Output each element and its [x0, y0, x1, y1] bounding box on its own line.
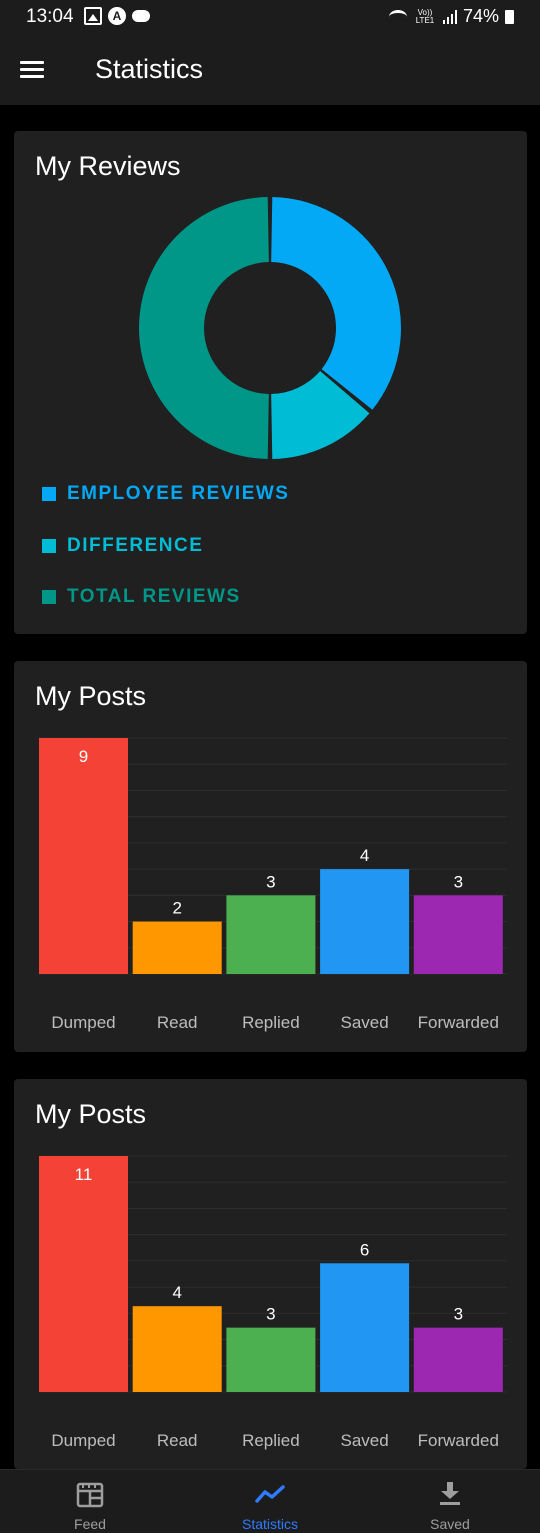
gallery-icon	[84, 7, 102, 25]
bar-replied[interactable]	[226, 895, 316, 974]
category-label: Saved	[340, 1431, 388, 1450]
legend-swatch	[42, 590, 56, 604]
bar-value-label: 2	[172, 899, 181, 918]
game-controller-icon	[132, 10, 150, 22]
legend-label: DIFFERENCE	[67, 535, 204, 556]
category-label: Forwarded	[418, 1013, 499, 1032]
legend-item-difference[interactable]: DIFFERENCE	[42, 535, 203, 557]
bar-read[interactable]	[132, 921, 222, 974]
posts-bar-chart-1: 9 Dumped 2 Read 3 Replied 4 Saved 3 Forwarded	[39, 737, 507, 1032]
bar-saved[interactable]	[320, 869, 410, 974]
battery-percent: 74%	[462, 6, 499, 26]
status-bar: 13:04 A Vo)) LTE1 74%	[0, 0, 540, 34]
category-label: Read	[157, 1013, 198, 1032]
nav-label-saved: Saved	[430, 1516, 470, 1532]
battery-icon	[505, 9, 514, 24]
bar-dumped[interactable]	[39, 1156, 128, 1392]
bar-read[interactable]	[132, 1306, 222, 1392]
bar-value-label: 9	[79, 747, 88, 766]
bar-value-label: 3	[266, 1305, 275, 1324]
system-status: Vo)) LTE1 74%	[388, 6, 514, 27]
donut-slice-employee-reviews[interactable]	[271, 197, 401, 410]
bar-dumped[interactable]	[39, 738, 128, 974]
download-icon	[440, 1482, 460, 1505]
bar-value-label: 4	[360, 846, 369, 865]
category-label: Read	[157, 1431, 198, 1450]
legend-swatch	[42, 487, 56, 501]
nav-item-statistics[interactable]: Statistics	[180, 1470, 360, 1533]
volte-indicator: Vo)) LTE1	[415, 7, 435, 25]
nav-label-statistics: Statistics	[241, 1516, 298, 1532]
category-label: Replied	[242, 1013, 300, 1032]
posts-card-title: My Posts	[35, 1099, 147, 1129]
category-label: Forwarded	[418, 1431, 499, 1450]
bar-value-label: 4	[172, 1283, 181, 1302]
bar-forwarded[interactable]	[413, 1327, 503, 1392]
wifi-icon	[388, 9, 407, 24]
nav-label-feed: Feed	[74, 1516, 106, 1532]
posts-card-2: My Posts 11 Dumped 4 Read 3 Replied 6 Saved 3 For…	[14, 1079, 527, 1469]
reviews-card-title: My Reviews	[35, 151, 181, 181]
feed-icon	[76, 1482, 104, 1508]
category-label: Replied	[242, 1431, 300, 1450]
signal-icon	[442, 9, 457, 24]
statistics-icon	[255, 1485, 285, 1503]
donut-slice-total-reviews[interactable]	[138, 197, 269, 459]
category-label: Saved	[340, 1013, 388, 1032]
nav-item-saved[interactable]: Saved	[360, 1470, 540, 1533]
reviews-donut-chart	[138, 197, 401, 459]
category-label: Dumped	[51, 1013, 115, 1032]
reviews-card: My Reviews EMPLOYEE REVIEWS DIFFERENCE T…	[14, 131, 527, 634]
posts-bar-chart-2: 11 Dumped 4 Read 3 Replied 6 Saved 3 Forwarded	[39, 1155, 507, 1450]
app-bar: Statistics	[0, 34, 540, 105]
category-label: Dumped	[51, 1431, 115, 1450]
posts-card-1: My Posts 9 Dumped 2 Read 3 Replied 4 Saved 3 Forw…	[14, 661, 527, 1052]
legend-swatch	[42, 539, 56, 553]
bar-forwarded[interactable]	[413, 895, 503, 974]
bar-replied[interactable]	[226, 1327, 316, 1392]
bar-value-label: 3	[454, 1305, 463, 1324]
legend-item-employee-reviews[interactable]: EMPLOYEE REVIEWS	[42, 483, 289, 505]
legend-label: EMPLOYEE REVIEWS	[67, 483, 290, 504]
menu-icon[interactable]	[20, 61, 44, 79]
bar-value-label: 6	[360, 1240, 369, 1259]
bottom-nav: Feed Statistics Saved	[0, 1469, 540, 1533]
legend-item-total-reviews[interactable]: TOTAL REVIEWS	[42, 586, 241, 608]
bar-value-label: 11	[75, 1165, 93, 1184]
bar-value-label: 3	[454, 872, 463, 891]
app-notification-icon: A	[108, 7, 126, 25]
legend-label: TOTAL REVIEWS	[67, 586, 241, 607]
notification-icons: A	[84, 7, 150, 25]
bar-value-label: 3	[266, 872, 275, 891]
page-title: Statistics	[95, 54, 204, 84]
bar-saved[interactable]	[320, 1263, 410, 1392]
posts-card-title: My Posts	[35, 681, 147, 711]
nav-item-feed[interactable]: Feed	[0, 1470, 180, 1533]
status-time: 13:04	[26, 6, 74, 27]
